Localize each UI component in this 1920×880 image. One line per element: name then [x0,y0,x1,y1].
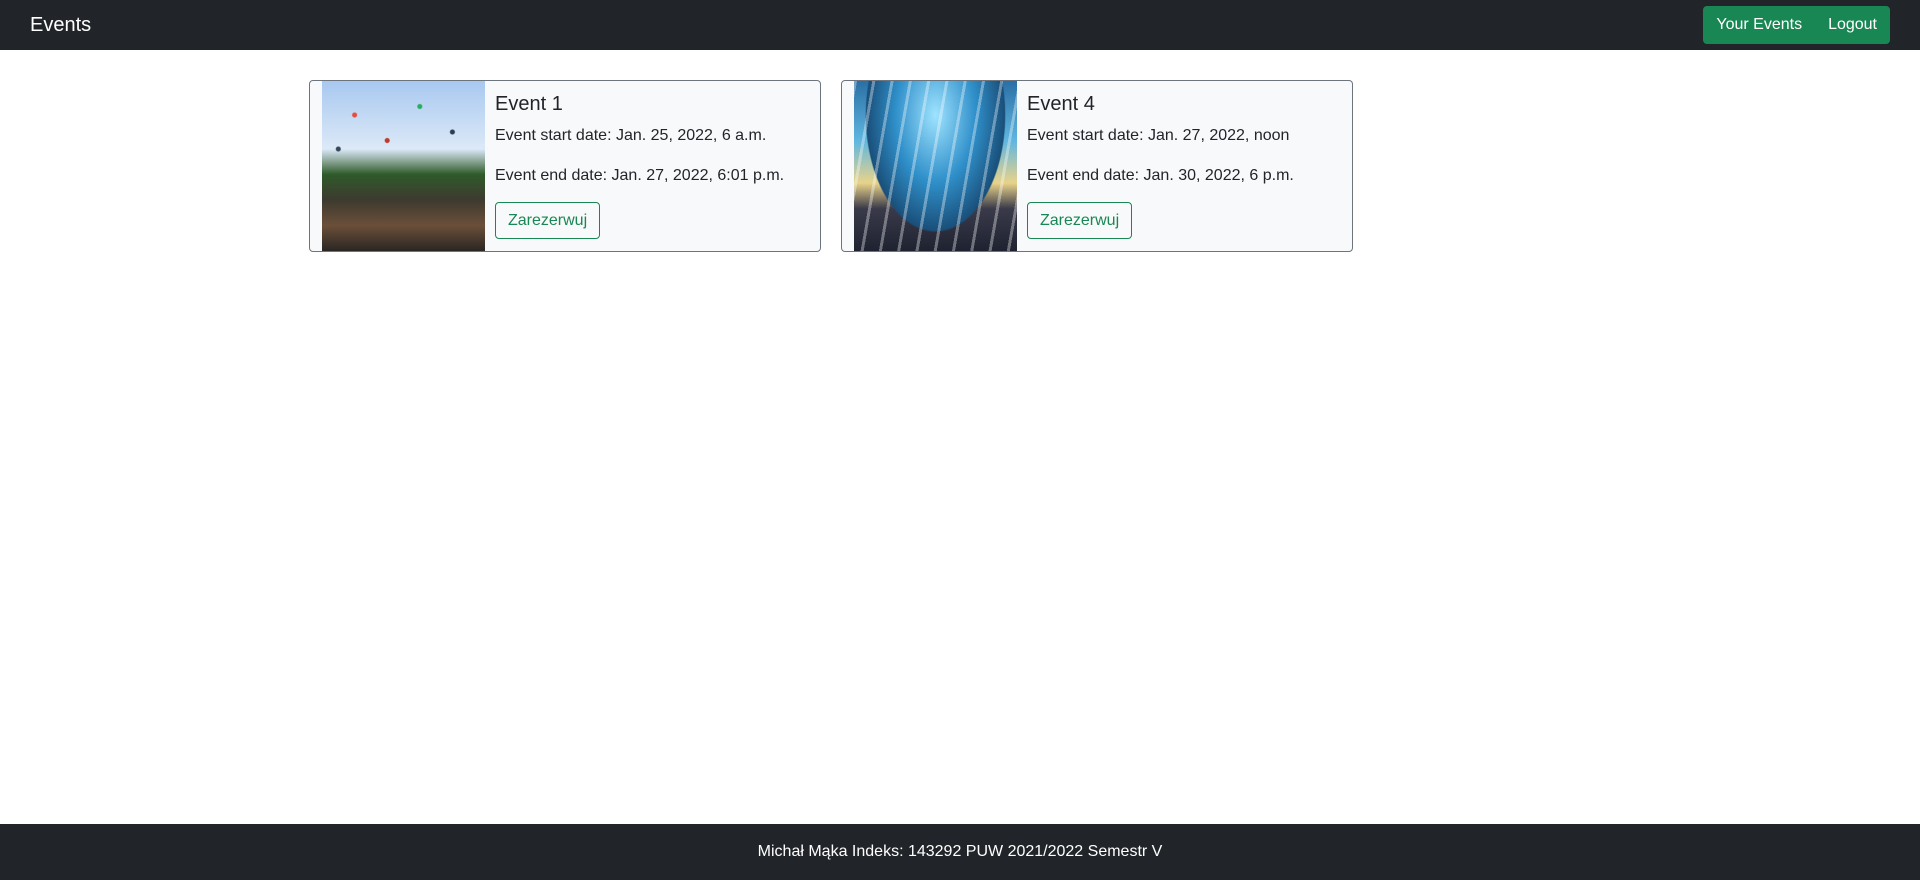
event-image [322,81,485,251]
event-card: Event 1 Event start date: Jan. 25, 2022,… [309,80,821,252]
event-start-date: Event start date: Jan. 27, 2022, noon [1027,127,1290,144]
event-title: Event 1 [495,93,563,115]
event-end-date: Event end date: Jan. 30, 2022, 6 p.m. [1027,167,1294,184]
your-events-button[interactable]: Your Events [1703,6,1816,44]
event-card: Event 4 Event start date: Jan. 27, 2022,… [841,80,1353,252]
event-card-body: Event 4 Event start date: Jan. 27, 2022,… [1017,81,1304,251]
event-end-date: Event end date: Jan. 27, 2022, 6:01 p.m. [495,167,785,184]
reserve-button[interactable]: Zarezerwuj [1027,202,1133,239]
logout-button[interactable]: Logout [1815,6,1890,44]
top-navbar: Events Your Events Logout [0,0,1920,50]
reserve-button[interactable]: Zarezerwuj [495,202,601,239]
event-image [854,81,1017,251]
nav-actions: Your Events Logout [1703,6,1890,44]
brand-link[interactable]: Events [30,14,91,37]
page-footer: Michał Mąka Indeks: 143292 PUW 2021/2022… [0,824,1920,880]
footer-text: Michał Mąka Indeks: 143292 PUW 2021/2022… [757,843,1163,860]
event-start-date: Event start date: Jan. 25, 2022, 6 a.m. [495,127,767,144]
event-list: Event 1 Event start date: Jan. 25, 2022,… [309,80,1353,252]
event-card-body: Event 1 Event start date: Jan. 25, 2022,… [485,81,794,251]
event-title: Event 4 [1027,93,1095,115]
